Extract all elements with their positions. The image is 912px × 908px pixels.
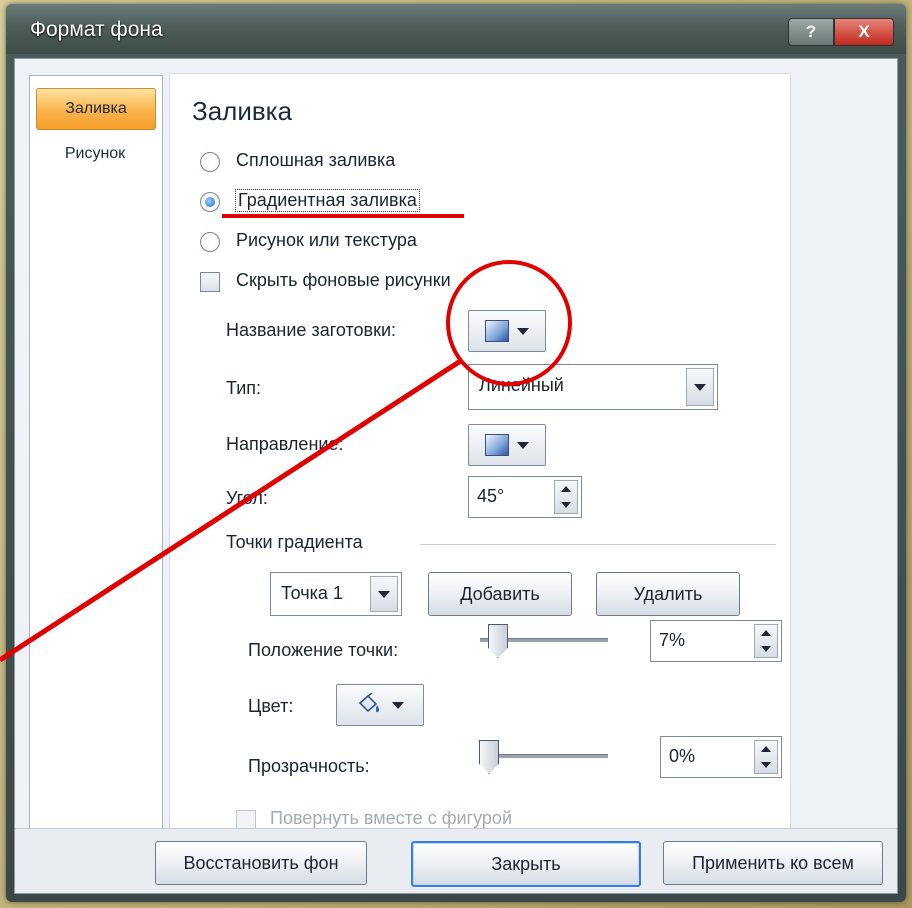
- position-slider-thumb[interactable]: [487, 624, 508, 658]
- position-value[interactable]: 7%: [659, 630, 685, 651]
- label-gradient-fill[interactable]: Градиентная заливка: [235, 189, 420, 212]
- annotation-underline: [222, 214, 464, 218]
- stop-select[interactable]: Точка 1: [270, 572, 402, 616]
- arrow-down-icon: [761, 762, 771, 768]
- color-dropdown[interactable]: [336, 684, 424, 726]
- fill-settings-panel: Заливка Сплошная заливка Градиентная зал…: [169, 73, 791, 831]
- dialog-footer: Восстановить фон Закрыть Применить ко вс…: [15, 828, 897, 893]
- label-rotate-with-shape: Повернуть вместе с фигурой: [270, 808, 512, 828]
- type-select-arrow[interactable]: [686, 368, 714, 406]
- dialog-body: Заливка Рисунок Заливка Сплошная заливка…: [14, 58, 898, 894]
- paint-bucket-icon: [358, 693, 380, 713]
- transparency-spinner[interactable]: 0%: [660, 736, 782, 778]
- radio-gradient-fill[interactable]: [200, 192, 220, 212]
- reset-background-button[interactable]: Восстановить фон: [155, 841, 367, 885]
- label-solid-fill[interactable]: Сплошная заливка: [236, 150, 395, 171]
- section-heading: Заливка: [192, 96, 293, 126]
- chevron-down-icon: [517, 441, 529, 449]
- close-window-button[interactable]: X: [834, 18, 894, 46]
- remove-stop-button[interactable]: Удалить: [596, 572, 740, 616]
- arrow-up-icon: [761, 746, 771, 752]
- close-button[interactable]: Закрыть: [411, 841, 641, 887]
- position-up-button[interactable]: [755, 625, 777, 641]
- transparency-slider-thumb[interactable]: [479, 740, 499, 774]
- label-preset: Название заготовки:: [226, 320, 397, 340]
- label-type: Тип:: [226, 378, 262, 398]
- arrow-down-icon: [561, 502, 571, 508]
- position-spin-buttons: [754, 624, 778, 658]
- radio-solid-fill[interactable]: [200, 152, 220, 172]
- checkbox-rotate-with-shape: [236, 810, 256, 830]
- label-direction: Направление:: [226, 434, 344, 454]
- sidebar-item-picture[interactable]: Рисунок: [36, 134, 154, 174]
- chevron-down-icon: [378, 590, 390, 598]
- arrow-up-icon: [761, 630, 771, 636]
- label-angle: Угол:: [226, 488, 268, 508]
- gradient-swatch-icon: [485, 434, 509, 456]
- help-button[interactable]: ?: [788, 18, 834, 46]
- transparency-up-button[interactable]: [755, 741, 777, 757]
- stop-select-arrow[interactable]: [370, 576, 398, 612]
- transparency-down-button[interactable]: [755, 757, 777, 773]
- chevron-down-icon: [694, 383, 706, 391]
- position-down-button[interactable]: [755, 641, 777, 657]
- angle-spinner[interactable]: 45°: [468, 476, 582, 518]
- group-divider: [420, 544, 776, 545]
- angle-up-button[interactable]: [555, 481, 577, 497]
- title-bar[interactable]: Формат фона ? X: [6, 4, 906, 54]
- sidebar-item-fill[interactable]: Заливка: [36, 88, 156, 130]
- transparency-slider-track[interactable]: [480, 754, 608, 758]
- direction-dropdown[interactable]: [468, 424, 546, 466]
- format-background-dialog: Формат фона ? X Заливка Рисунок Заливка …: [6, 4, 906, 902]
- angle-value[interactable]: 45°: [477, 486, 504, 507]
- radio-picture-texture[interactable]: [200, 232, 220, 252]
- dialog-title: Формат фона: [30, 18, 163, 41]
- arrow-up-icon: [561, 486, 571, 492]
- stop-select-value: Точка 1: [281, 583, 343, 603]
- label-transparency: Прозрачность:: [248, 756, 370, 776]
- gradient-stops-group-label: Точки градиента: [226, 532, 363, 552]
- label-picture-texture[interactable]: Рисунок или текстура: [236, 230, 417, 251]
- annotation-circle: [446, 260, 572, 386]
- transparency-spin-buttons: [754, 740, 778, 774]
- chevron-down-icon: [392, 701, 404, 709]
- label-color: Цвет:: [248, 696, 294, 716]
- add-stop-button[interactable]: Добавить: [428, 572, 572, 616]
- angle-spin-buttons: [554, 480, 578, 514]
- arrow-down-icon: [761, 646, 771, 652]
- apply-to-all-button[interactable]: Применить ко всем: [663, 841, 883, 885]
- title-buttons: ? X: [788, 18, 894, 46]
- position-spinner[interactable]: 7%: [650, 620, 782, 662]
- checkbox-hide-background[interactable]: [200, 272, 220, 292]
- angle-down-button[interactable]: [555, 497, 577, 513]
- label-stop-position: Положение точки:: [248, 640, 399, 660]
- category-sidebar: Заливка Рисунок: [29, 75, 163, 831]
- label-hide-background[interactable]: Скрыть фоновые рисунки: [236, 270, 451, 291]
- transparency-value[interactable]: 0%: [669, 746, 695, 767]
